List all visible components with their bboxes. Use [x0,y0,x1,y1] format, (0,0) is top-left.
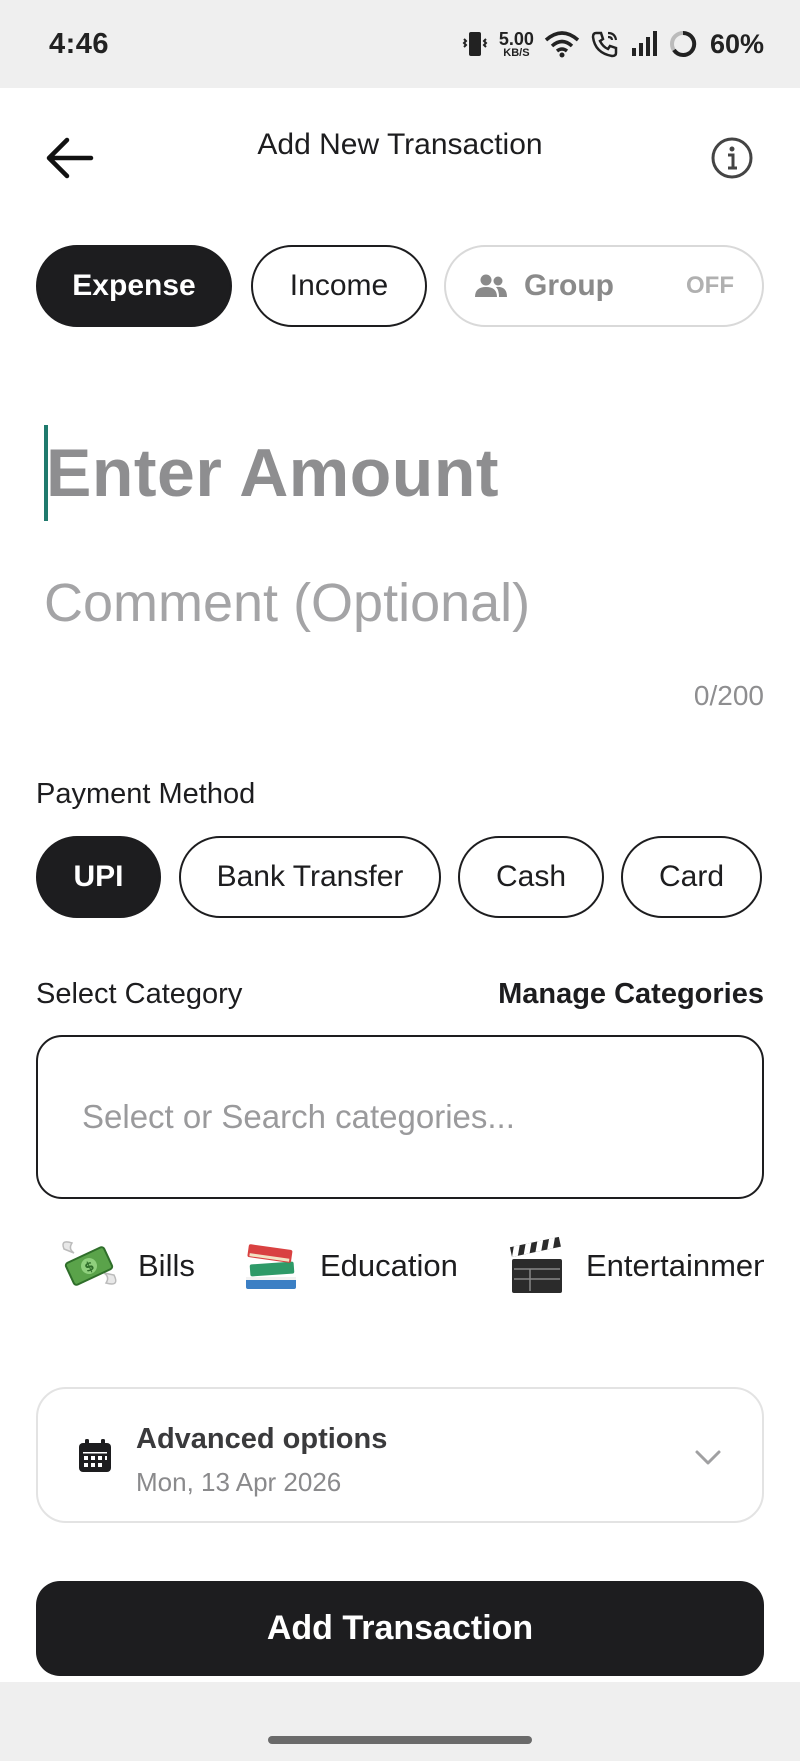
category-search-placeholder: Select or Search categories... [82,1098,515,1135]
net-speed-unit: KB/S [503,46,530,59]
category-chip-label: Bills [138,1248,195,1283]
category-chips: $ Bills Education Entertainment [36,1228,764,1304]
payment-cash[interactable]: Cash [458,836,604,918]
battery-percent: 60% [709,28,764,59]
money-with-wings-icon: $ [62,1241,117,1286]
manage-categories-link[interactable]: Manage Categories [498,978,764,1011]
status-bar: 4:46 5.00 KB/S 60% [0,0,800,88]
category-chip-entertainment[interactable]: Entertainment [506,1228,764,1304]
home-gesture-handle[interactable] [268,1736,532,1744]
add-transaction-button[interactable]: Add Transaction [36,1581,764,1676]
info-icon[interactable] [710,136,754,180]
vibrate-icon [462,32,488,56]
transaction-date: Mon, 13 Apr 2026 [136,1467,342,1497]
income-tab[interactable]: Income [251,245,427,327]
status-time: 4:46 [49,27,110,60]
payment-bank-transfer[interactable]: Bank Transfer [179,836,441,918]
books-icon [246,1244,296,1289]
comment-char-counter: 0/200 [693,680,764,711]
signal-icon [631,31,657,56]
payment-upi[interactable]: UPI [36,836,161,918]
expense-tab[interactable]: Expense [36,245,232,327]
transaction-type-selector: Expense Income Group OFF [36,245,764,327]
group-label: Group [524,269,614,302]
category-chip-label: Education [320,1248,458,1283]
category-chip-education[interactable]: Education [240,1228,458,1304]
header: Add New Transaction [0,88,800,228]
net-speed-value: 5.00 [498,28,534,49]
battery-icon [669,30,697,57]
category-search-input[interactable]: Select or Search categories... [36,1035,764,1199]
wifi-icon [544,31,580,58]
calendar-icon [79,1439,111,1472]
status-icons: 5.00 KB/S 60% [461,29,764,60]
group-people-icon [475,274,507,297]
chevron-down-icon [695,1450,721,1465]
category-label: Select Category [36,978,243,1010]
category-chip-bills[interactable]: $ Bills [58,1228,195,1304]
category-chip-label: Entertainment [586,1248,764,1283]
advanced-options-card[interactable]: Advanced options Mon, 13 Apr 2026 [36,1387,764,1523]
amount-placeholder: Enter Amount [46,434,500,511]
wifi-call-icon [591,31,618,58]
payment-card[interactable]: Card [621,836,762,918]
amount-input[interactable]: Enter Amount [44,424,500,521]
clapper-board-icon [509,1236,562,1293]
group-state: OFF [686,272,734,299]
payment-method-label: Payment Method [36,778,256,810]
advanced-options-title: Advanced options [136,1423,388,1455]
page-title: Add New Transaction [257,128,543,161]
net-speed: 5.00 KB/S [499,30,534,59]
system-nav-bar [0,1682,800,1761]
comment-input[interactable]: Comment (Optional) [44,572,530,634]
group-toggle[interactable]: Group OFF [444,245,764,327]
payment-method-selector: UPI Bank Transfer Cash Card [36,836,764,918]
